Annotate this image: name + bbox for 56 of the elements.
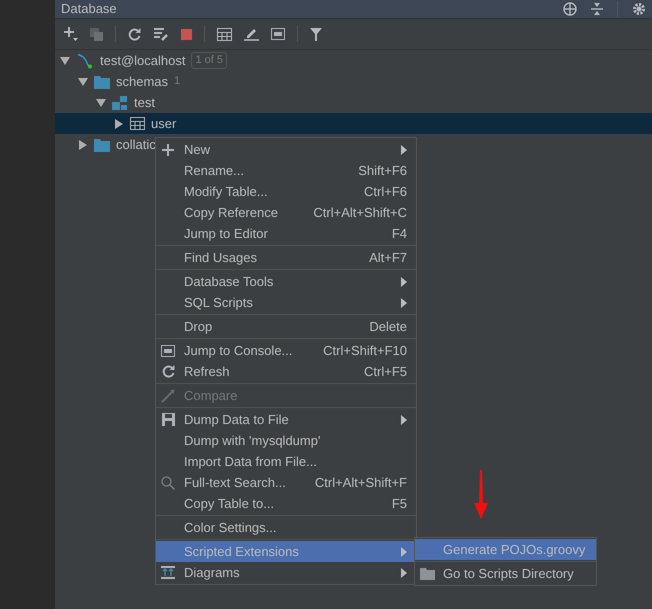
- folder-icon: [94, 138, 110, 152]
- menu-item[interactable]: Refresh Ctrl+F5: [156, 361, 416, 382]
- schema-icon: [112, 94, 128, 110]
- menu-item[interactable]: Jump to Editor F4: [156, 223, 416, 244]
- menu-item[interactable]: Dump Data to File: [156, 409, 416, 430]
- menu-item[interactable]: Go to Scripts Directory: [415, 563, 596, 584]
- filter-icon[interactable]: [310, 28, 322, 40]
- expanded-arrow-icon[interactable]: [60, 56, 70, 66]
- save-icon: [162, 413, 174, 426]
- tree-label[interactable]: collatic: [116, 134, 156, 154]
- tree-label[interactable]: user: [151, 114, 176, 134]
- expanded-arrow-icon[interactable]: [78, 76, 88, 86]
- menu-item[interactable]: Find Usages Alt+F7: [156, 247, 416, 268]
- settings-icon[interactable]: [632, 2, 646, 16]
- refresh-icon: [128, 28, 141, 40]
- menu-item[interactable]: Copy Table to... F5: [156, 493, 416, 514]
- menu-item[interactable]: Database Tools: [156, 271, 416, 292]
- folder-icon: [420, 568, 434, 580]
- crosshair-icon[interactable]: [563, 2, 577, 16]
- menu-item[interactable]: Drop Delete: [156, 316, 416, 337]
- collapse-icon[interactable]: [591, 2, 603, 16]
- console-icon: [271, 28, 285, 40]
- collapsed-arrow-icon[interactable]: [114, 118, 124, 128]
- menu-item[interactable]: Modify Table... Ctrl+F6: [156, 181, 416, 202]
- child-count: 1: [174, 74, 180, 90]
- menu-item[interactable]: Rename... Shift+F6: [156, 160, 416, 181]
- menu-item[interactable]: Jump to Console... Ctrl+Shift+F10: [156, 340, 416, 361]
- stop-icon[interactable]: [181, 28, 192, 40]
- collapsed-arrow-icon[interactable]: [78, 140, 88, 150]
- table-icon[interactable]: [217, 28, 232, 40]
- menu-item[interactable]: New: [156, 139, 416, 160]
- search-icon: [161, 476, 175, 490]
- arrow-annotation: [474, 470, 488, 519]
- menu-item[interactable]: Dump with 'mysqldump': [156, 430, 416, 451]
- expanded-arrow-icon[interactable]: [96, 98, 106, 108]
- pencil-icon[interactable]: [244, 27, 259, 41]
- menu-item[interactable]: Diagrams: [156, 562, 416, 583]
- menu-item[interactable]: Copy Reference Ctrl+Alt+Shift+C: [156, 202, 416, 223]
- folder-icon: [94, 74, 110, 88]
- plus-icon: [162, 144, 174, 156]
- menu-item[interactable]: Import Data from File...: [156, 451, 416, 472]
- compare-icon: [161, 388, 175, 402]
- add-icon[interactable]: [64, 27, 78, 41]
- tree-label[interactable]: test@localhost: [100, 50, 186, 70]
- count-badge: 1 of 5: [191, 52, 227, 69]
- tree-label[interactable]: test: [134, 92, 155, 112]
- menu-item[interactable]: SQL Scripts: [156, 292, 416, 313]
- menu-item[interactable]: Full-text Search... Ctrl+Alt+Shift+F: [156, 472, 416, 493]
- selected-tree-row[interactable]: user: [55, 113, 652, 134]
- diagram-icon: [161, 566, 175, 579]
- refresh-icon: [162, 365, 174, 378]
- panel-title: Database: [61, 0, 118, 18]
- tree-label[interactable]: schemas: [116, 72, 168, 92]
- menu-item[interactable]: Color Settings...: [156, 517, 416, 538]
- table-icon: [130, 117, 145, 130]
- console-icon: [161, 344, 175, 356]
